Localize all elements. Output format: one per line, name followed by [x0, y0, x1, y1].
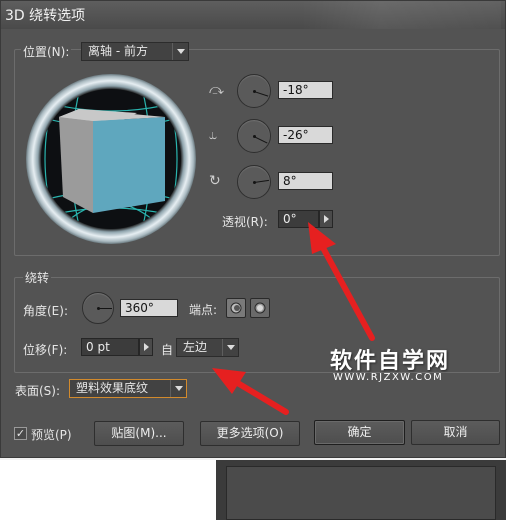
chevron-down-icon [222, 339, 238, 356]
cap-off-button[interactable] [250, 298, 270, 318]
revolve-options-dialog: 3D 绕转选项 位置(N): 离轴 - 前方 ⤼ -18° ⥿ -26° ↻ 8… [0, 0, 506, 458]
more-options-button[interactable]: 更多选项(O) [200, 421, 300, 446]
surface-dropdown[interactable]: 塑料效果底纹 [69, 379, 187, 398]
perspective-label: 透视(R): [222, 215, 268, 229]
y-axis-dial[interactable] [237, 119, 271, 153]
angle-field[interactable]: 360° [120, 299, 178, 317]
perspective-field[interactable]: 0° [278, 210, 319, 228]
track-cube-preview[interactable] [25, 73, 197, 245]
x-axis-rotate-icon: ⤼ [209, 82, 224, 98]
x-axis-field[interactable]: -18° [278, 81, 333, 99]
position-label: 位置(N): [21, 43, 72, 60]
z-axis-field[interactable]: 8° [278, 172, 333, 190]
ok-button[interactable]: 确定 [314, 420, 405, 445]
cap-on-button[interactable] [226, 298, 246, 318]
cap-off-icon [254, 302, 266, 314]
background-canvas [0, 460, 216, 520]
offset-label: 位移(F): [23, 343, 68, 357]
title-bar-glare [301, 1, 501, 29]
y-axis-field[interactable]: -26° [278, 126, 333, 144]
from-dropdown-value: 左边 [183, 340, 208, 354]
cancel-button[interactable]: 取消 [411, 420, 500, 445]
position-dropdown-value: 离轴 - 前方 [88, 44, 148, 58]
cube-front-face [93, 117, 165, 213]
angle-label: 角度(E): [23, 304, 68, 318]
watermark-url: WWW.RJZXW.COM [333, 372, 444, 383]
offset-stepper[interactable] [139, 338, 153, 356]
x-axis-dial[interactable] [237, 74, 271, 108]
from-label: 自 [161, 343, 174, 357]
surface-label: 表面(S): [15, 384, 61, 398]
angle-dial[interactable] [82, 292, 114, 324]
preview-checkbox[interactable]: ✓ [14, 427, 27, 440]
revolve-group-label: 绕转 [23, 269, 52, 286]
cap-label: 端点: [189, 303, 218, 317]
title-bar[interactable]: 3D 绕转选项 [1, 1, 505, 29]
chevron-down-icon [172, 43, 188, 60]
dialog-title: 3D 绕转选项 [5, 8, 86, 24]
chevron-right-icon [143, 343, 149, 351]
position-dropdown[interactable]: 离轴 - 前方 [81, 42, 189, 61]
watermark-logo: 软件自学网 [330, 349, 451, 374]
map-art-button[interactable]: 贴图(M)... [94, 421, 184, 446]
cap-on-icon [230, 302, 242, 314]
offset-field[interactable]: 0 pt [81, 338, 139, 356]
from-dropdown[interactable]: 左边 [176, 338, 239, 357]
z-axis-dial[interactable] [237, 165, 271, 199]
chevron-right-icon [323, 215, 329, 223]
chevron-down-icon [170, 380, 186, 397]
z-axis-rotate-icon: ↻ [209, 173, 221, 189]
perspective-stepper[interactable] [319, 210, 333, 228]
y-axis-rotate-icon: ⥿ [209, 127, 217, 143]
background-panel-inner [226, 466, 496, 520]
surface-dropdown-value: 塑料效果底纹 [76, 381, 149, 395]
preview-label: 预览(P) [31, 428, 72, 442]
